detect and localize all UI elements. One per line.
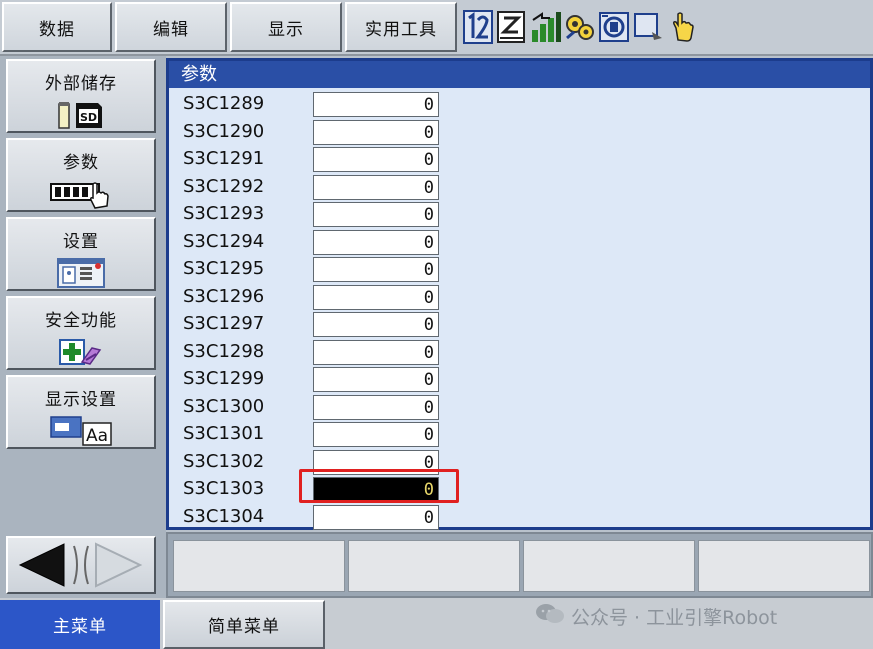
parameter-value-field[interactable]: 0 <box>313 174 439 200</box>
parameter-name: S3C1304 <box>183 505 265 527</box>
parameter-row[interactable]: S3C1300 0 <box>169 394 469 422</box>
sd-card-icon: SD <box>54 100 108 130</box>
watermark: 公众号 · 工业引擎Robot <box>535 603 777 629</box>
sidebar-item-label: 参数 <box>63 153 99 173</box>
menu-display-button[interactable]: 显示 <box>230 2 342 52</box>
function-key-2[interactable] <box>348 540 520 592</box>
font-display-icon: Aa <box>49 416 113 446</box>
menu-edit-button[interactable]: 编辑 <box>115 2 227 52</box>
parameter-row[interactable]: S3C1303 0 <box>169 476 469 504</box>
parameter-value-field[interactable]: 0 <box>313 339 439 365</box>
parameter-window-title: 参数 <box>169 61 870 88</box>
page-nav-arrows-graphic <box>18 542 143 588</box>
parameter-value-field[interactable]: 0 <box>313 92 439 117</box>
parameter-row[interactable]: S3C1302 0 <box>169 449 469 477</box>
parameter-name: S3C1292 <box>183 175 265 197</box>
parameter-name: S3C1293 <box>183 203 265 224</box>
parameter-name: S3C1289 <box>183 93 265 114</box>
sidebar-item-safety-function[interactable]: 安全功能 <box>6 296 156 370</box>
parameter-value-field[interactable]: 0 <box>313 202 439 227</box>
sidebar-item-setup[interactable]: 设置 <box>6 217 156 291</box>
parameter-row[interactable]: S3C1290 0 <box>169 119 469 147</box>
parameter-row[interactable]: S3C1289 0 <box>169 91 469 119</box>
axis-toggle-icon[interactable] <box>462 9 494 45</box>
watermark-text: 公众号 · 工业引擎Robot <box>571 606 778 629</box>
parameter-keys-icon <box>49 179 113 209</box>
svg-text:Aa: Aa <box>86 426 108 446</box>
monitor-icon[interactable] <box>632 9 664 45</box>
function-key-4[interactable] <box>698 540 870 592</box>
sidebar-item-external-storage[interactable]: 外部储存 SD <box>6 59 156 133</box>
parameter-name: S3C1302 <box>183 450 265 472</box>
top-menu-bar: 数据 编辑 显示 实用工具 <box>0 0 873 56</box>
sidebar-item-label: 安全功能 <box>45 311 117 331</box>
sidebar-item-label: 显示设置 <box>45 390 117 410</box>
parameter-name: S3C1300 <box>183 395 265 417</box>
menu-utility-button[interactable]: 实用工具 <box>345 2 457 52</box>
function-key-1[interactable] <box>173 540 345 592</box>
next-page-icon[interactable] <box>95 542 143 588</box>
parameter-row[interactable]: S3C1298 0 <box>169 339 469 367</box>
parameter-row[interactable]: S3C1301 0 <box>169 421 469 449</box>
parameter-name: S3C1290 <box>183 120 265 142</box>
parameter-row[interactable]: S3C1304 0 <box>169 504 469 532</box>
parameter-row[interactable]: S3C1294 0 <box>169 229 469 257</box>
parameter-name: S3C1295 <box>183 258 265 279</box>
prev-page-icon[interactable] <box>18 543 65 587</box>
parameter-value-field[interactable]: 0 <box>313 422 439 447</box>
speed-signal-icon[interactable] <box>530 9 562 45</box>
wechat-icon <box>535 602 565 631</box>
function-key-strip <box>166 532 873 598</box>
page-nav-arrows <box>6 536 156 594</box>
parameter-name: S3C1297 <box>183 313 265 334</box>
function-key-3[interactable] <box>523 540 695 592</box>
parameter-value-field[interactable]: 0 <box>313 257 439 282</box>
parameter-value-field[interactable]: 0 <box>313 449 439 475</box>
sidebar-item-display-settings[interactable]: 显示设置 Aa <box>6 375 156 449</box>
parameter-value-field[interactable]: 0 <box>313 312 439 337</box>
parameter-name: S3C1303 <box>183 478 265 499</box>
hand-icon[interactable] <box>666 9 698 45</box>
gears-icon[interactable] <box>564 9 596 45</box>
parameter-value-field[interactable]: 0 <box>313 284 439 310</box>
sidebar-item-parameter[interactable]: 参数 <box>6 138 156 212</box>
tab-main-menu[interactable]: 主菜单 <box>0 600 160 649</box>
parameter-name: S3C1291 <box>183 148 265 169</box>
parameter-row[interactable]: S3C1295 0 <box>169 256 469 284</box>
parameter-value-field[interactable]: 0 <box>313 504 439 530</box>
servo-icon[interactable] <box>598 9 630 45</box>
parameter-value-field[interactable]: 0 <box>313 394 439 420</box>
setup-panel-icon <box>56 258 106 288</box>
sidebar-item-label: 外部储存 <box>45 74 117 94</box>
parameter-name: S3C1294 <box>183 230 265 252</box>
parameter-row[interactable]: S3C1299 0 <box>169 366 469 394</box>
parameter-name: S3C1299 <box>183 368 265 389</box>
parameter-value-field[interactable]: 0 <box>313 147 439 172</box>
edit-mode-icon[interactable] <box>496 9 528 45</box>
parameter-row[interactable]: S3C1297 0 <box>169 311 469 339</box>
parameter-value-field[interactable]: 0 <box>313 229 439 255</box>
parameter-value-field-selected[interactable]: 0 <box>313 477 439 502</box>
parameter-row[interactable]: S3C1291 0 <box>169 146 469 174</box>
svg-text:SD: SD <box>80 111 97 124</box>
parameter-window: 参数 S3C1289 0 S3C1290 0 S3C1291 0 S3C1292 0 S3C12… <box>166 58 873 530</box>
safety-cross-icon <box>56 337 106 367</box>
parameter-row[interactable]: S3C1292 0 <box>169 174 469 202</box>
parameter-name: S3C1296 <box>183 285 265 307</box>
parameter-value-field[interactable]: 0 <box>313 367 439 392</box>
parameter-row[interactable]: S3C1293 0 <box>169 201 469 229</box>
left-menu-panel: 外部储存 SD 参数 设置 安全功能 显示设置 Aa <box>0 56 166 598</box>
status-icon-strip <box>462 4 698 50</box>
sidebar-item-label: 设置 <box>63 232 99 252</box>
parameter-row[interactable]: S3C1296 0 <box>169 284 469 312</box>
menu-data-button[interactable]: 数据 <box>2 2 112 52</box>
parameter-name: S3C1298 <box>183 340 265 362</box>
parameter-value-field[interactable]: 0 <box>313 119 439 145</box>
parameter-name: S3C1301 <box>183 423 265 444</box>
tab-simple-menu[interactable]: 简单菜单 <box>163 600 325 649</box>
